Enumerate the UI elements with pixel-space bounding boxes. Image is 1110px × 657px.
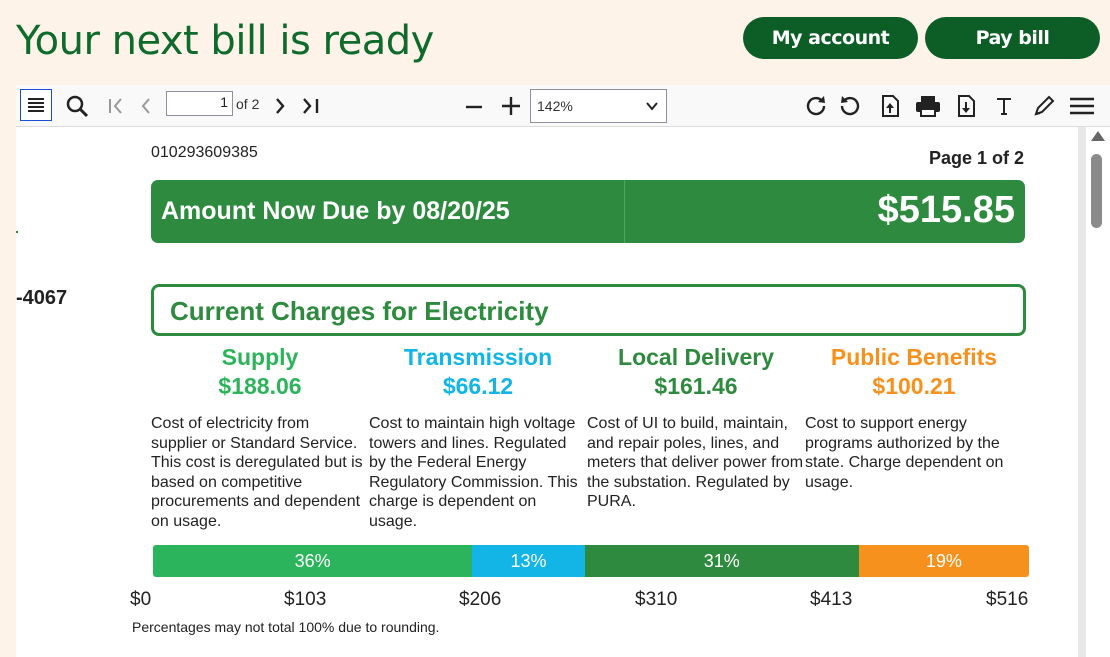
rotate-clockwise-icon[interactable]: [802, 93, 830, 119]
vertical-scrollbar[interactable]: [1086, 127, 1110, 657]
chevron-down-icon: [644, 98, 660, 117]
scale-tick: $310: [635, 589, 678, 610]
bar-segment: 36%: [153, 545, 473, 577]
print-icon[interactable]: [914, 93, 942, 119]
next-page-icon[interactable]: [268, 93, 292, 119]
charge-name: Supply: [221, 344, 299, 370]
charge-description: Cost to support energy programs authoriz…: [805, 415, 1004, 491]
charge-description: Cost to maintain high voltage towers and…: [369, 415, 578, 530]
charge-amount: $188.06: [218, 373, 302, 399]
pdf-toolbar: 1 of 2 142%: [16, 85, 1110, 127]
text-tool-icon[interactable]: [992, 93, 1016, 119]
zoom-value: 142%: [537, 98, 573, 114]
charges-heading: Current Charges for Electricity: [170, 296, 549, 326]
open-file-icon[interactable]: [878, 93, 902, 119]
charge-column-local-delivery: Local Delivery $161.46 Cost of UI to bui…: [587, 344, 805, 512]
charges-heading-box: Current Charges for Electricity: [151, 284, 1026, 336]
charge-name: Public Benefits: [830, 344, 998, 370]
charge-amount: $100.21: [872, 373, 956, 399]
search-icon[interactable]: [64, 93, 90, 119]
pay-bill-button[interactable]: Pay bill: [925, 17, 1100, 59]
scroll-up-arrow-icon[interactable]: [1091, 131, 1105, 141]
first-page-icon[interactable]: [104, 93, 128, 119]
due-amount: $515.85: [877, 189, 1015, 231]
charge-column-public-benefits: Public Benefits $100.21 Cost to support …: [805, 344, 1023, 492]
bar-segment: 19%: [858, 545, 1029, 577]
zoom-out-icon[interactable]: [462, 93, 486, 119]
viewer-gutter: [1078, 127, 1086, 657]
zoom-select[interactable]: 142%: [530, 89, 667, 123]
account-fragment: -4067: [16, 287, 68, 309]
rotate-counterclockwise-icon[interactable]: [836, 93, 864, 119]
sidebar-toggle-icon[interactable]: [20, 89, 52, 121]
scale-tick: $103: [284, 589, 327, 610]
last-page-icon[interactable]: [298, 93, 324, 119]
bar-segment: 13%: [472, 545, 585, 577]
page-count: of 2: [236, 96, 260, 112]
rounding-note: Percentages may not total 100% due to ro…: [132, 619, 440, 635]
charges-proportion-bar: 36% 13% 31% 19%: [153, 545, 1029, 577]
download-icon[interactable]: [954, 93, 978, 119]
zoom-in-icon[interactable]: [499, 93, 523, 119]
bar-segment: 31%: [584, 545, 859, 577]
charge-column-transmission: Transmission $66.12 Cost to maintain hig…: [369, 344, 587, 531]
charge-name: Transmission: [403, 344, 553, 370]
charge-column-supply: Supply $188.06 Cost of electricity from …: [151, 344, 369, 531]
charge-amount: $161.46: [654, 373, 738, 399]
charge-description: Cost of UI to build, maintain, and repai…: [587, 415, 804, 510]
menu-icon[interactable]: [1068, 93, 1096, 119]
page-number-input[interactable]: 1: [166, 91, 233, 116]
scale-tick: $413: [810, 589, 853, 610]
charge-description: Cost of electricity from supplier or Sta…: [151, 415, 363, 530]
account-number: 010293609385: [151, 144, 258, 161]
banner-divider: [624, 180, 625, 243]
charge-name: Local Delivery: [618, 344, 774, 370]
my-account-button[interactable]: My account: [743, 17, 918, 59]
charge-amount: $66.12: [442, 373, 514, 399]
scroll-thumb[interactable]: [1091, 154, 1102, 228]
scale-tick: $206: [459, 589, 502, 610]
pdf-page-viewport: 010293609385 Page 1 of 2 -4067 Amount No…: [16, 127, 1078, 657]
due-date-label: Amount Now Due by 08/20/25: [161, 197, 510, 225]
page-edge-mark: [16, 231, 18, 233]
scale-tick: $516: [986, 589, 1029, 610]
previous-page-icon[interactable]: [134, 93, 158, 119]
page-label: Page 1 of 2: [928, 148, 1024, 168]
scale-tick: $0: [130, 589, 152, 610]
amount-due-banner: Amount Now Due by 08/20/25 $515.85: [151, 180, 1025, 243]
draw-tool-icon[interactable]: [1030, 93, 1058, 119]
page-title: Your next bill is ready: [16, 18, 434, 64]
